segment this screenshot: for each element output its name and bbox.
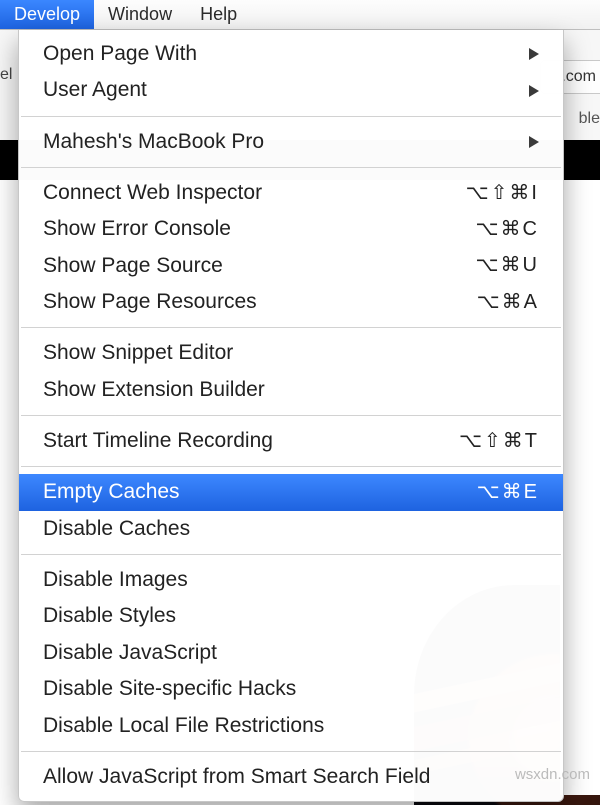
menu-help-label: Help [200, 4, 237, 25]
bg-link-fragment: /atc [565, 426, 600, 452]
menu-separator [21, 466, 561, 467]
menu-item-label: Disable Local File Restrictions [43, 712, 539, 740]
menu-item-show-snippet-editor[interactable]: Show Snippet Editor [19, 335, 563, 371]
menu-item-start-timeline-recording[interactable]: Start Timeline Recording ⌥⇧⌘T [19, 423, 563, 459]
menu-item-disable-images[interactable]: Disable Images [19, 562, 563, 598]
menu-item-label: Show Snippet Editor [43, 339, 539, 367]
menu-item-label: Disable Styles [43, 602, 539, 630]
keyboard-shortcut: ⌥⇧⌘I [466, 180, 539, 207]
menu-help[interactable]: Help [186, 0, 251, 29]
bg-fragment-right: ble [579, 110, 600, 128]
menu-item-label: Disable JavaScript [43, 639, 539, 667]
keyboard-shortcut: ⌥⌘A [477, 289, 539, 316]
menu-item-disable-styles[interactable]: Disable Styles [19, 598, 563, 634]
menu-item-label: Disable Images [43, 566, 539, 594]
menu-item-label: Mahesh's MacBook Pro [43, 128, 529, 156]
keyboard-shortcut: ⌥⌘E [477, 479, 539, 506]
bg-heading-fragment: ht [570, 342, 598, 384]
menu-item-label: Disable Site-specific Hacks [43, 675, 539, 703]
menu-item-label: Show Extension Builder [43, 376, 539, 404]
menu-separator [21, 554, 561, 555]
menu-item-label: Open Page With [43, 40, 529, 68]
submenu-arrow-icon [529, 85, 539, 97]
menu-item-show-extension-builder[interactable]: Show Extension Builder [19, 372, 563, 408]
menu-item-disable-javascript[interactable]: Disable JavaScript [19, 635, 563, 671]
menu-item-label: Start Timeline Recording [43, 427, 459, 455]
develop-dropdown: Open Page With User Agent Mahesh's MacBo… [18, 30, 564, 802]
menu-item-label: Connect Web Inspector [43, 179, 466, 207]
menu-separator [21, 415, 561, 416]
keyboard-shortcut: ⌥⌘C [476, 216, 540, 243]
menu-item-empty-caches[interactable]: Empty Caches ⌥⌘E [19, 474, 563, 510]
menu-separator [21, 116, 561, 117]
menu-item-disable-local-file-restrictions[interactable]: Disable Local File Restrictions [19, 708, 563, 744]
menu-item-show-error-console[interactable]: Show Error Console ⌥⌘C [19, 211, 563, 247]
menu-window[interactable]: Window [94, 0, 186, 29]
menu-separator [21, 751, 561, 752]
menu-item-allow-js-smart-search[interactable]: Allow JavaScript from Smart Search Field [19, 759, 563, 795]
keyboard-shortcut: ⌥⌘U [476, 252, 540, 279]
menu-item-connect-web-inspector[interactable]: Connect Web Inspector ⌥⇧⌘I [19, 175, 563, 211]
menu-item-label: Show Page Resources [43, 288, 477, 316]
menu-item-disable-site-specific-hacks[interactable]: Disable Site-specific Hacks [19, 671, 563, 707]
menu-separator [21, 167, 561, 168]
menu-develop[interactable]: Develop [0, 0, 94, 29]
menu-item-open-page-with[interactable]: Open Page With [19, 36, 563, 72]
menu-item-label: Show Page Source [43, 252, 476, 280]
menu-bar: Develop Window Help [0, 0, 600, 30]
menu-item-label: Allow JavaScript from Smart Search Field [43, 763, 539, 791]
menu-separator [21, 327, 561, 328]
menu-item-label: User Agent [43, 76, 529, 104]
menu-item-user-agent[interactable]: User Agent [19, 72, 563, 108]
menu-item-device[interactable]: Mahesh's MacBook Pro [19, 124, 563, 160]
menu-item-label: Disable Caches [43, 515, 539, 543]
submenu-arrow-icon [529, 48, 539, 60]
menu-item-disable-caches[interactable]: Disable Caches [19, 511, 563, 547]
keyboard-shortcut: ⌥⇧⌘T [459, 428, 539, 455]
menu-develop-label: Develop [14, 4, 80, 25]
submenu-arrow-icon [529, 136, 539, 148]
bg-fragment-left: el [0, 66, 12, 84]
menu-window-label: Window [108, 4, 172, 25]
menu-item-label: Show Error Console [43, 215, 476, 243]
menu-item-show-page-resources[interactable]: Show Page Resources ⌥⌘A [19, 284, 563, 320]
menu-item-label: Empty Caches [43, 478, 477, 506]
menu-item-show-page-source[interactable]: Show Page Source ⌥⌘U [19, 248, 563, 284]
